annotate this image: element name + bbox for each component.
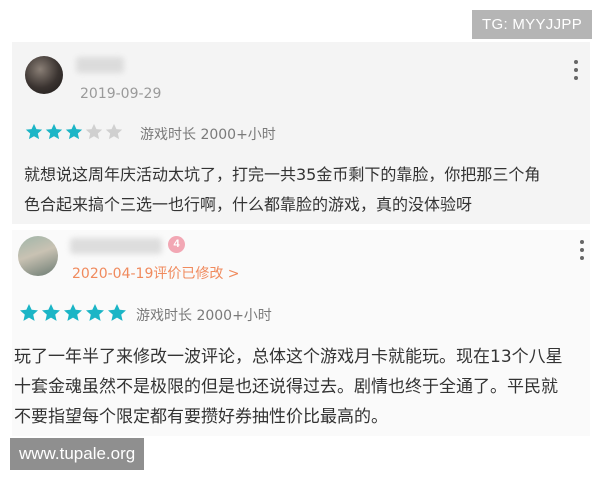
avatar[interactable] bbox=[18, 236, 58, 276]
username-blurred[interactable] bbox=[70, 238, 162, 254]
playtime-label: 游戏时长 2000+小时 bbox=[140, 127, 276, 143]
star-rating bbox=[24, 122, 124, 142]
review-text: 玩了一年半了来修改一波评论，总体这个游戏月卡就能玩。现在13个八星 十套金魂虽然… bbox=[14, 342, 588, 432]
star-filled-icon bbox=[62, 302, 84, 324]
star-empty-icon bbox=[104, 122, 124, 142]
star-empty-icon bbox=[84, 122, 104, 142]
review-text-line: 就想说这周年庆活动太坑了，打完一共35金币剩下的靠脸，你把那三个角 bbox=[24, 165, 541, 184]
star-filled-icon bbox=[18, 302, 40, 324]
review-text: 就想说这周年庆活动太坑了，打完一共35金币剩下的靠脸，你把那三个角 色合起来搞个… bbox=[24, 160, 584, 220]
watermark-bottom: www.tupale.org bbox=[10, 438, 145, 470]
star-filled-icon bbox=[24, 122, 44, 142]
review-card: 4 2020-04-19评价已修改 > 游戏时长 2000+小时 玩了一年半了来… bbox=[12, 230, 590, 436]
watermark-top: TG: MYYJJPP bbox=[472, 10, 592, 39]
review-date: 2019-09-29 bbox=[80, 86, 162, 102]
star-rating bbox=[18, 302, 128, 324]
review-text-line: 十套金魂虽然不是极限的但是也还说得过去。剧情也终于全通了。平民就 bbox=[14, 377, 558, 397]
star-filled-icon bbox=[106, 302, 128, 324]
more-vertical-icon[interactable] bbox=[574, 60, 578, 84]
review-date-edited-link[interactable]: 2020-04-19评价已修改 > bbox=[72, 263, 240, 283]
level-badge: 4 bbox=[168, 236, 185, 253]
star-filled-icon bbox=[44, 122, 64, 142]
more-vertical-icon[interactable] bbox=[580, 240, 584, 264]
star-filled-icon bbox=[84, 302, 106, 324]
review-text-line: 色合起来搞个三选一也行啊，什么都靠脸的游戏，真的没体验呀 bbox=[24, 195, 473, 214]
review-text-line: 不要指望每个限定都有要攒好券抽性价比最高的。 bbox=[14, 407, 388, 427]
review-card: 2019-09-29 游戏时长 2000+小时 就想说这周年庆活动太坑了，打完一… bbox=[12, 42, 590, 224]
star-filled-icon bbox=[40, 302, 62, 324]
review-text-line: 玩了一年半了来修改一波评论，总体这个游戏月卡就能玩。现在13个八星 bbox=[14, 347, 563, 367]
star-filled-icon bbox=[64, 122, 84, 142]
avatar[interactable] bbox=[25, 56, 63, 94]
username-blurred[interactable] bbox=[76, 57, 124, 73]
playtime-label: 游戏时长 2000+小时 bbox=[136, 308, 272, 324]
